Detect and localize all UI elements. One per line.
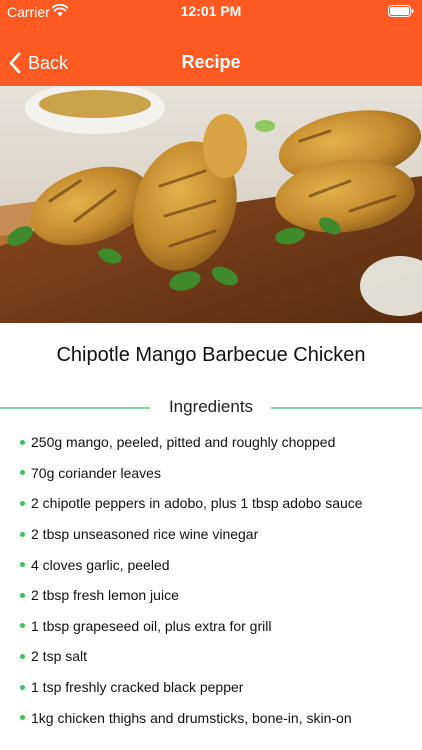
status-bar: Carrier 12:01 PM bbox=[0, 0, 422, 24]
list-item: 250g mango, peeled, pitted and roughly c… bbox=[0, 427, 422, 458]
list-item: 1 tbsp grapeseed oil, plus extra for gri… bbox=[0, 611, 422, 642]
list-item: 4 cloves garlic, peeled bbox=[0, 549, 422, 580]
ingredient-text: 2 tsp salt bbox=[31, 648, 88, 665]
list-item: 1kg chicken thighs and drumsticks, bone-… bbox=[0, 702, 422, 733]
nav-header: Carrier 12:01 PM Back Recipe bbox=[0, 0, 422, 86]
bullet-icon bbox=[20, 715, 25, 721]
list-item: 2 tbsp unseasoned rice wine vinegar bbox=[0, 519, 422, 550]
ingredient-text: 4 cloves garlic, peeled bbox=[31, 556, 170, 573]
ingredient-text: 1kg chicken thighs and drumsticks, bone-… bbox=[31, 709, 352, 726]
ingredient-text: 2 chipotle peppers in adobo, plus 1 tbsp… bbox=[31, 495, 363, 512]
ingredient-text: 70g coriander leaves bbox=[31, 464, 161, 481]
page-title: Recipe bbox=[181, 52, 241, 72]
list-item: 2 tbsp fresh lemon juice bbox=[0, 580, 422, 611]
bullet-icon bbox=[20, 439, 25, 445]
bullet-icon bbox=[20, 653, 25, 659]
ingredient-text: 2 tbsp fresh lemon juice bbox=[31, 587, 179, 604]
ingredient-text: 1 tsp freshly cracked black pepper bbox=[31, 679, 244, 696]
battery-icon bbox=[388, 5, 414, 17]
bullet-icon bbox=[20, 562, 25, 568]
list-item: 1 tsp freshly cracked black pepper bbox=[0, 672, 422, 703]
status-time: 12:01 PM bbox=[180, 3, 242, 19]
bullet-icon bbox=[20, 531, 25, 537]
bullet-icon bbox=[20, 592, 25, 598]
ingredient-text: 2 tbsp unseasoned rice wine vinegar bbox=[31, 526, 259, 543]
ingredient-text: 250g mango, peeled, pitted and roughly c… bbox=[31, 434, 336, 451]
divider-right bbox=[271, 407, 422, 409]
list-item: 2 chipotle peppers in adobo, plus 1 tbsp… bbox=[0, 488, 422, 519]
recipe-title: Chipotle Mango Barbecue Chicken bbox=[56, 344, 366, 366]
ingredient-text: 1 tbsp grapeseed oil, plus extra for gri… bbox=[31, 617, 272, 634]
ingredients-list: 250g mango, peeled, pitted and roughly c… bbox=[0, 427, 422, 733]
bullet-icon bbox=[20, 684, 25, 690]
list-item: 2 tsp salt bbox=[0, 641, 422, 672]
list-item: 70g coriander leaves bbox=[0, 458, 422, 489]
bullet-icon bbox=[20, 500, 25, 506]
bullet-icon bbox=[20, 623, 25, 629]
recipe-photo bbox=[0, 86, 422, 323]
bullet-icon bbox=[20, 470, 25, 476]
ingredients-section-header: Ingredients bbox=[0, 396, 422, 420]
